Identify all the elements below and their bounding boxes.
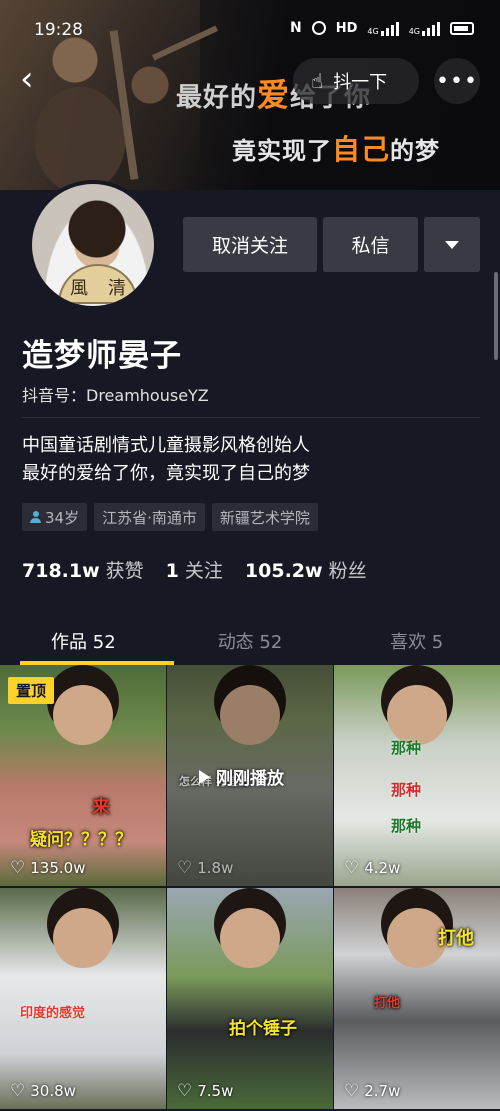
video-thumbnail[interactable]: 怎么样 打造出 一个 刚刚播放 ♡ 1.8w [167, 665, 333, 886]
more-icon: ••• [436, 68, 478, 94]
content-tabs: 作品 52 动态 52 喜欢 5 [0, 620, 500, 665]
thumbnail-figure [387, 685, 447, 745]
video-caption: 那种 [391, 739, 422, 757]
following-stat[interactable]: 1 关注 [166, 556, 223, 583]
video-caption: 打他 [438, 928, 474, 949]
thumbnail-figure [220, 908, 280, 968]
status-bar: 19:28 N HD 4G 4G [0, 0, 500, 62]
heart-icon: ♡ [10, 858, 26, 878]
school-tag: 新疆艺术学院 [211, 503, 318, 531]
video-likes: ♡ 30.8w [10, 1081, 76, 1101]
heart-icon: ♡ [10, 1081, 26, 1101]
avatar-fan-char: 清 [108, 278, 126, 299]
message-button[interactable]: 私信 [323, 217, 418, 272]
video-caption: 那种 [391, 817, 422, 835]
cover-slogan-line2: 竟实现了自己的梦 [232, 133, 441, 166]
video-thumbnail[interactable]: 印度的感觉 ♡ 30.8w [0, 888, 166, 1109]
video-likes: ♡ 4.2w [344, 858, 401, 878]
shake-label: 抖一下 [333, 72, 388, 93]
battery-icon [450, 21, 474, 35]
profile-name: 造梦师晏子 [22, 338, 182, 374]
heart-icon: ♡ [344, 1081, 360, 1101]
pinned-badge: 置顶 [8, 677, 55, 704]
caret-down-icon [445, 240, 459, 249]
video-likes: ♡ 1.8w [177, 858, 234, 878]
heart-icon: ♡ [344, 858, 360, 878]
hd-icon: HD [335, 20, 358, 36]
bio-line: 中国童话剧情式儿童摄影风格创始人 [22, 435, 310, 456]
signal-4g-icon: 4G [409, 20, 440, 36]
video-thumbnail[interactable]: 那种 那种 那种 ♡ 4.2w [334, 665, 500, 886]
scrollbar[interactable] [494, 272, 498, 360]
video-caption: 印度的感觉 [20, 1006, 86, 1021]
back-button[interactable]: ‹ [20, 62, 52, 98]
profile-bio: 中国童话剧情式儿童摄影风格创始人 最好的爱给了你，竟实现了自己的梦 [22, 432, 310, 488]
video-thumbnail[interactable]: 拍个锤子 ♡ 7.5w [167, 888, 333, 1109]
unfollow-button[interactable]: 取消关注 [183, 217, 317, 272]
profile-tags: 34岁 江苏省·南通市 新疆艺术学院 [22, 503, 318, 531]
location-tag: 江苏省·南通市 [94, 503, 205, 531]
heart-icon: ♡ [177, 1081, 193, 1101]
video-caption: 拍个锤子 [229, 1019, 297, 1039]
video-thumbnail[interactable]: 置顶 来 疑问？？？？ ♡ 135.0w [0, 665, 166, 886]
video-caption: 疑问？？？？ [30, 830, 132, 850]
hand-pointer-icon: ☝ [311, 69, 324, 93]
heart-icon: ♡ [177, 858, 193, 878]
tab-dynamics[interactable]: 动态 52 [167, 620, 334, 665]
thumbnail-figure [53, 908, 113, 968]
status-time: 19:28 [34, 20, 83, 40]
video-likes: ♡ 7.5w [177, 1081, 234, 1101]
tab-likes[interactable]: 喜欢 5 [333, 620, 500, 665]
avatar-fan-char: 風 [70, 278, 88, 299]
signal-4g-icon: 4G [367, 20, 399, 36]
divider [22, 417, 480, 418]
tab-works[interactable]: 作品 52 [0, 620, 167, 665]
video-caption: 那种 [391, 781, 422, 799]
bio-line: 最好的爱给了你，竟实现了自己的梦 [22, 463, 310, 484]
avatar[interactable]: 風 清 [28, 180, 158, 310]
video-caption: 来 [92, 797, 110, 818]
video-grid: 置顶 来 疑问？？？？ ♡ 135.0w 怎么样 打造出 一个 刚刚播放 ♡ 1.8… [0, 665, 500, 1109]
recently-played-indicator: 刚刚播放 [199, 764, 284, 789]
video-caption: 打他 [374, 996, 401, 1011]
douyin-id[interactable]: 抖音号：DreamhouseYZ [22, 382, 209, 406]
likes-stat: 718.1w 获赞 [22, 560, 144, 582]
recommend-dropdown-button[interactable] [424, 217, 480, 272]
video-thumbnail[interactable]: 打他 打他 ♡ 2.7w [334, 888, 500, 1109]
thumbnail-figure [53, 685, 113, 745]
nfc-icon: N [290, 20, 302, 36]
video-likes: ♡ 2.7w [344, 1081, 401, 1101]
male-icon [30, 511, 41, 523]
video-likes: ♡ 135.0w [10, 858, 86, 878]
fans-stat[interactable]: 105.2w 粉丝 [245, 556, 367, 583]
profile-stats: 718.1w 获赞 1 关注 105.2w 粉丝 [22, 556, 367, 583]
avatar-fan: 風 清 [58, 264, 138, 304]
alarm-icon [311, 21, 326, 35]
age-tag: 34岁 [22, 503, 88, 531]
shake-button[interactable]: ☝ 抖一下 [293, 58, 419, 104]
play-icon [199, 769, 210, 784]
more-options-button[interactable]: ••• [434, 58, 480, 104]
